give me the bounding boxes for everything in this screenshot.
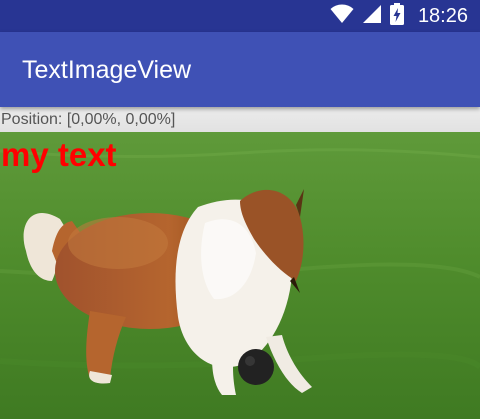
cell-signal-icon [362,4,382,29]
battery-charging-icon [389,2,404,30]
position-bar: Position: [0,00%, 0,00%] [0,107,480,132]
wifi-icon [330,4,354,29]
collie-dog-photo[interactable] [0,131,480,419]
position-label: Position: [0,00%, 0,00%] [1,111,176,128]
screen: 18:26 TextImageView Position: [0,00%, 0,… [0,0,480,419]
text-image-view[interactable]: Position: [0,00%, 0,00%] my text [0,107,480,419]
status-bar: 18:26 [0,0,480,32]
status-time: 18:26 [417,4,468,27]
status-icons: 18:26 [330,0,468,32]
app-bar: TextImageView [0,32,480,107]
overlay-text: my text [1,136,117,173]
app-title: TextImageView [22,56,192,84]
